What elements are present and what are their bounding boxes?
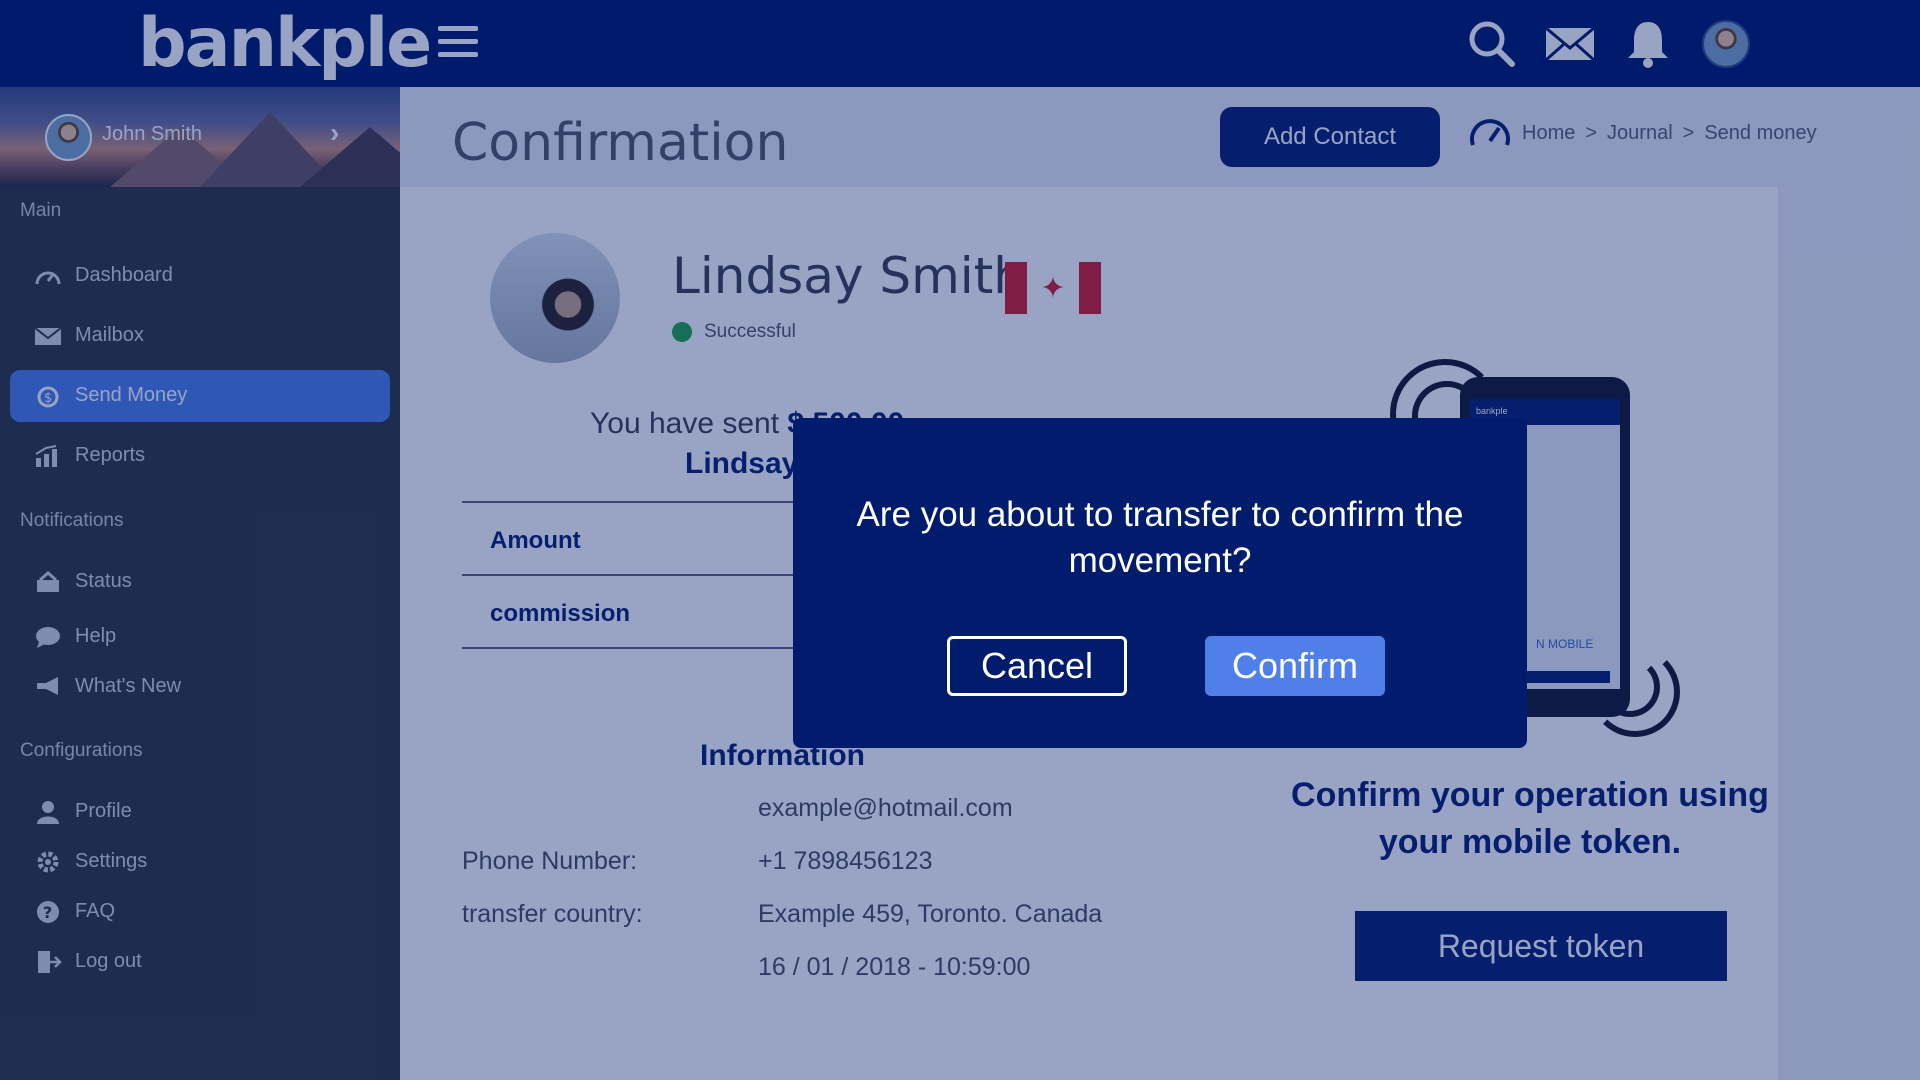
confirm-transfer-dialog: Are you about to transfer to confirm the…: [793, 418, 1527, 748]
cancel-button[interactable]: Cancel: [947, 636, 1127, 696]
dialog-message: Are you about to transfer to confirm the…: [856, 495, 1464, 580]
confirm-button[interactable]: Confirm: [1205, 636, 1385, 696]
